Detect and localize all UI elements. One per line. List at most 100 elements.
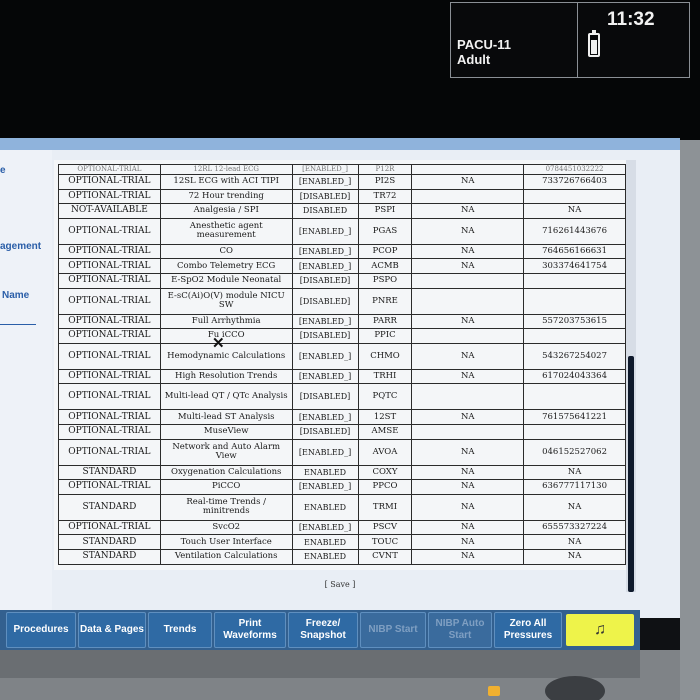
option-code: CHMO [357,342,413,370]
save-button[interactable]: [ Save ] [300,580,380,589]
table-row[interactable]: OPTIONAL-TRIAL Hemodynamic Calculations [E… [58,342,626,370]
table-row[interactable]: OPTIONAL-TRIAL Multi-lead ST Analysis [ENA… [58,409,626,425]
table-row[interactable]: OPTIONAL-TRIAL 72 Hour trending [DISABLED]… [58,188,626,205]
option-status: OPTIONAL-TRIAL [58,188,161,205]
alarm-silence-button[interactable]: ♫ [566,614,634,646]
option-status: STANDARD [58,493,161,521]
side-label-name[interactable]: Name [2,290,29,301]
scrollbar-thumb[interactable] [628,356,634,592]
patient-info-box[interactable]: PACU-11 Adult 11:32 [450,2,690,78]
bell-icon: ♫ [594,621,606,638]
option-state[interactable]: ENABLED [291,493,359,521]
option-code: COXY [357,464,413,481]
indicator-led [488,686,500,696]
option-key: 0784451032222 [523,164,626,175]
softkey-freeze-snapshot[interactable]: Freeze/ Snapshot [288,612,358,648]
option-key: 557203753615 [523,313,626,330]
table-row[interactable]: OPTIONAL-TRIAL 12SL ECG with ACI TIPI [ENA… [58,174,626,190]
option-name: Multi-lead ST Analysis [159,409,293,425]
option-name: Combo Telemetry ECG [159,258,293,274]
option-code: PSCV [357,519,413,536]
table-row[interactable]: OPTIONAL-TRIAL SvcO2 [ENABLED_] PSCV NA 65557… [58,519,626,536]
softkey-data-pages[interactable]: Data & Pages [78,612,146,648]
softkey-procedures[interactable]: Procedures [6,612,76,648]
table-row[interactable]: OPTIONAL-TRIAL Network and Auto Alarm Vie… [58,438,626,466]
option-state[interactable]: [ENABLED_] [291,174,359,190]
option-status: OPTIONAL-TRIAL [58,368,161,385]
option-state[interactable]: [ENABLED_] [291,479,359,495]
option-status: OPTIONAL-TRIAL [58,328,161,344]
option-na: NA [411,519,525,536]
table-row[interactable]: OPTIONAL-TRIAL High Resolution Trends [ENA… [58,368,626,385]
option-code: TR72 [357,188,413,205]
table-row[interactable]: OPTIONAL-TRIAL Fu iCCO [DISABLED] PPIC [58,328,626,344]
option-state[interactable]: ENABLED [291,534,359,550]
table-row[interactable]: OPTIONAL-TRIAL Multi-lead QT / QTc Analys… [58,383,626,411]
option-status: STANDARD [58,464,161,481]
table-row[interactable]: OPTIONAL-TRIAL Full Arrhythmia [ENABLED_] P… [58,313,626,330]
table-row[interactable]: OPTIONAL-TRIAL CO [ENABLED_] PCOP NA 76465616… [58,243,626,260]
table-row[interactable]: STANDARD Ventilation Calculations ENABLED C… [58,548,626,565]
option-state[interactable]: ENABLED [291,464,359,481]
table-row[interactable]: STANDARD Real-time Trends / minitrends ENA… [58,493,626,521]
option-na: NA [411,203,525,219]
option-na: NA [411,493,525,521]
option-na: NA [411,464,525,481]
option-state[interactable]: [DISABLED] [291,423,359,440]
option-state[interactable]: [ENABLED_] [291,313,359,330]
table-row[interactable]: STANDARD Touch User Interface ENABLED TOUC N… [58,534,626,550]
table-row[interactable]: OPTIONAL-TRIAL Combo Telemetry ECG [ENABLE… [58,258,626,274]
option-state[interactable]: DISABLED [291,203,359,219]
trim-knob[interactable] [545,676,605,700]
option-na: NA [411,313,525,330]
option-state[interactable]: [DISABLED] [291,272,359,289]
option-key: NA [523,464,626,481]
option-state[interactable]: [DISABLED] [291,188,359,205]
right-bezel [680,140,700,700]
option-key: NA [523,493,626,521]
option-state[interactable]: [ENABLED_] [291,438,359,466]
softkey-zero-all-pressures[interactable]: Zero All Pressures [494,612,562,648]
option-name: Hemodynamic Calculations [159,342,293,370]
softkey-nibp-start[interactable]: NIBP Start [360,612,426,648]
table-row[interactable]: NOT-AVAILABLE Analgesia / SPI DISABLED PSPI… [58,203,626,219]
option-na: NA [411,342,525,370]
option-state[interactable]: [ENABLED_] [291,258,359,274]
option-state[interactable]: [ENABLED_] [291,368,359,385]
option-status: OPTIONAL-TRIAL [58,174,161,190]
option-name: 12RL 12-lead ECG [159,164,293,175]
option-state[interactable]: [ENABLED_] [291,342,359,370]
table-row[interactable]: OPTIONAL-TRIAL PiCCO [ENABLED_] PPCO NA 63677… [58,479,626,495]
option-code: AVOA [357,438,413,466]
table-row[interactable]: OPTIONAL-TRIAL Anesthetic agent measureme… [58,217,626,245]
option-state[interactable]: [ENABLED_] [291,409,359,425]
option-state[interactable]: [DISABLED] [291,287,359,315]
option-na [411,272,525,289]
option-key: 303374641754 [523,258,626,274]
option-state[interactable]: [ENABLED_] [291,519,359,536]
option-code: PPCO [357,479,413,495]
side-label-1[interactable]: e [0,165,6,176]
option-state[interactable]: [ENABLED_] [291,243,359,260]
option-name: CO [159,243,293,260]
option-na [411,287,525,315]
bezel-inner [0,650,640,678]
side-underline [0,324,36,325]
option-key: NA [523,534,626,550]
softkey-trends[interactable]: Trends [148,612,212,648]
table-row[interactable]: STANDARD Oxygenation Calculations ENABLED C… [58,464,626,481]
side-label-management[interactable]: agement [0,241,41,252]
table-row[interactable]: OPTIONAL-TRIAL E-sC(Ai)O(V) module NICU S… [58,287,626,315]
softkey-nibp-auto-start[interactable]: NIBP Auto Start [428,612,492,648]
option-state[interactable]: [DISABLED] [291,328,359,344]
left-menu-panel: e agement Name [0,150,52,610]
option-code: PSPI [357,203,413,219]
table-row[interactable]: OPTIONAL-TRIAL E-SpO2 Module Neonatal [DIS… [58,272,626,289]
table-row[interactable]: OPTIONAL-TRIAL MuseView [DISABLED] AMSE [58,423,626,440]
option-name: Fu iCCO [159,328,293,344]
option-state[interactable]: [ENABLED_] [291,217,359,245]
option-state[interactable]: ENABLED [291,548,359,565]
option-state[interactable]: [DISABLED] [291,383,359,411]
option-key: 655573327224 [523,519,626,536]
softkey-print-waveforms[interactable]: Print Waveforms [214,612,286,648]
